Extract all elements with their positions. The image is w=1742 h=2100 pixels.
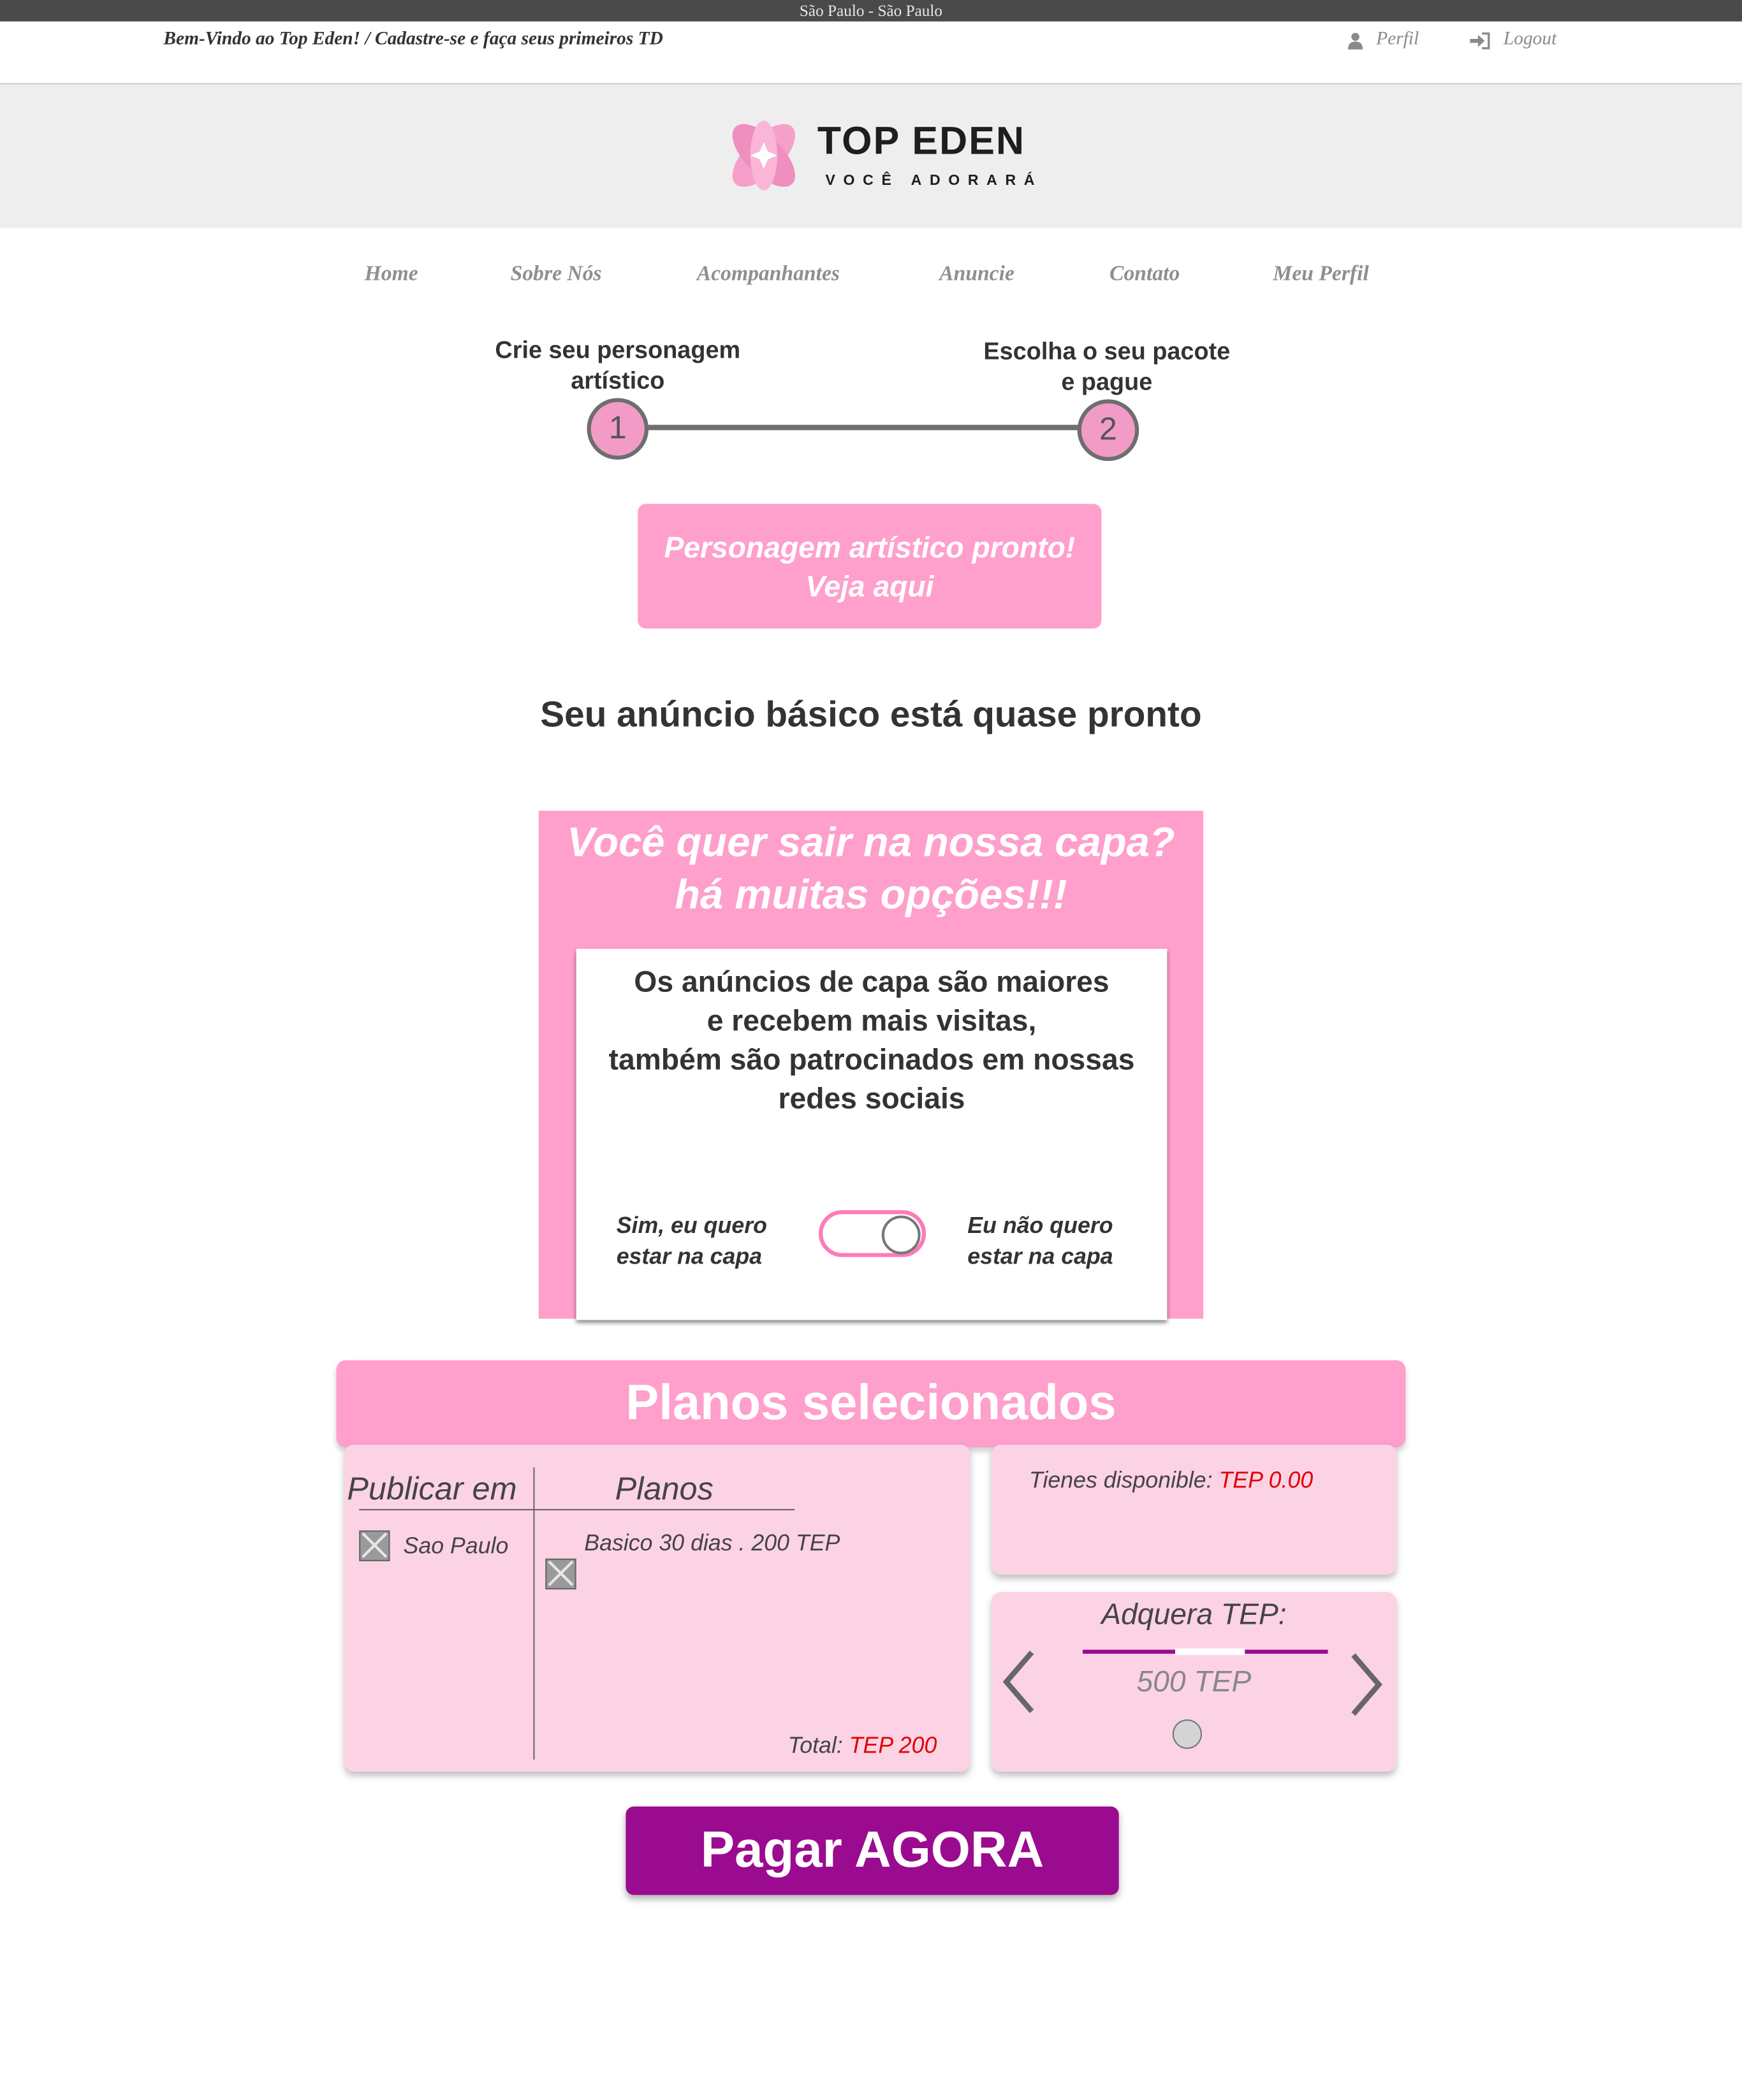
sign-in-icon — [1470, 31, 1490, 49]
user-icon — [1348, 32, 1363, 49]
carousel-dot[interactable] — [1172, 1719, 1203, 1749]
nav-acompanhantes[interactable]: Acompanhantes — [697, 263, 840, 287]
nav-anuncie[interactable]: Anuncie — [939, 263, 1014, 287]
cover-offer-description: Os anúncios de capa são maiores e recebe… — [608, 965, 1135, 1115]
cover-offer-title: Você quer sair na nossa capa? há muitas o… — [567, 819, 1175, 918]
nav-sobre-nos[interactable]: Sobre Nós — [511, 263, 602, 287]
view-character-button[interactable]: Personagem artístico pronto! Veja aqui — [638, 504, 1102, 629]
location-bar: São Paulo - São Paulo — [0, 0, 1742, 22]
publish-column-header: Publicar em — [347, 1471, 517, 1508]
total-value: TEP 200 — [849, 1733, 937, 1758]
cover-no-label: Eu não quero estar na capa — [967, 1213, 1113, 1269]
logout-label: Logout — [1503, 29, 1557, 50]
balance-label: Tienes disponible: — [1028, 1467, 1213, 1493]
pay-now-button[interactable]: Pagar AGORA — [626, 1806, 1119, 1895]
balance-card — [992, 1445, 1396, 1575]
nav-contato[interactable]: Contato — [1109, 263, 1180, 287]
column-divider — [533, 1467, 535, 1760]
buy-tep-title: Adquera TEP: — [1101, 1597, 1287, 1631]
publish-checkbox[interactable] — [359, 1530, 390, 1561]
logo-tagline: VOCÊ ADORARÁ — [825, 173, 1043, 189]
logo-name: TOP EDEN — [817, 120, 1026, 164]
tep-amount: 500 TEP — [1136, 1664, 1252, 1698]
step-2-label: Escolha o seu pacote e pague — [983, 337, 1231, 396]
selected-plans-header: Planos selecionados — [336, 1360, 1406, 1448]
plans-column-header: Planos — [615, 1471, 714, 1508]
step-1-label: Crie seu personagem artístico — [495, 336, 741, 395]
total-row: Total: TEP 200 — [788, 1733, 937, 1760]
balance-value: TEP 0.00 — [1219, 1467, 1314, 1493]
tep-slider-thumb[interactable] — [1175, 1648, 1245, 1656]
publish-item: Sao Paulo — [403, 1533, 509, 1559]
header-divider — [359, 1508, 795, 1511]
toggle-knob — [881, 1215, 921, 1255]
plan-item: Basico 30 dias . 200 TEP — [584, 1530, 840, 1556]
welcome-text: Bem-Vindo ao Top Eden! / Cadastre-se e f… — [163, 29, 663, 50]
chevron-left-icon[interactable] — [1000, 1649, 1037, 1716]
cover-yes-label: Sim, eu quero estar na capa — [616, 1213, 767, 1269]
balance-row: Tienes disponible: TEP 0.00 — [1029, 1468, 1313, 1494]
almost-ready-title: Seu anúncio básico está quase pronto — [540, 694, 1202, 734]
perfil-label: Perfil — [1376, 29, 1419, 50]
plan-checkbox[interactable] — [545, 1558, 576, 1590]
chevron-right-icon[interactable] — [1348, 1651, 1386, 1718]
logout-link[interactable]: Logout — [1470, 29, 1556, 51]
step-progress-line — [645, 425, 1080, 430]
flower-logo-icon — [732, 120, 796, 191]
nav-meu-perfil[interactable]: Meu Perfil — [1273, 263, 1368, 287]
total-label: Total: — [787, 1733, 843, 1758]
step-2-circle: 2 — [1077, 399, 1139, 462]
perfil-link[interactable]: Perfil — [1348, 29, 1419, 51]
cover-toggle[interactable] — [819, 1210, 926, 1257]
step-1-circle: 1 — [587, 398, 649, 460]
nav-home[interactable]: Home — [365, 263, 418, 287]
